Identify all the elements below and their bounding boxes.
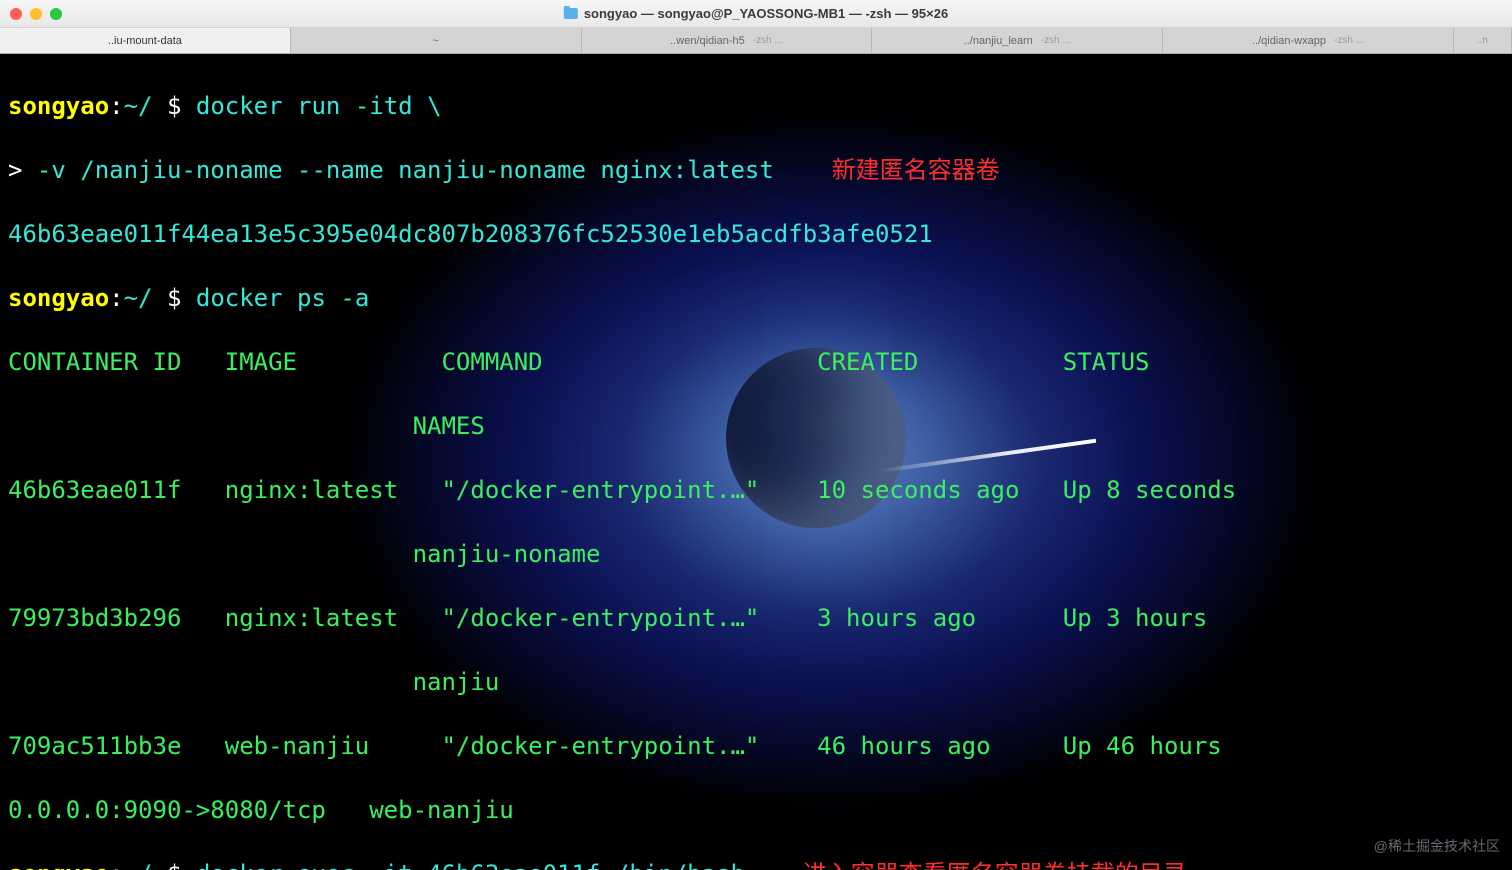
command: docker exec -it 46b63eae011f /bin/bash bbox=[196, 860, 745, 870]
command: docker run -itd \ bbox=[196, 92, 442, 120]
command: docker ps -a bbox=[196, 284, 369, 312]
tab-1[interactable]: ~ bbox=[291, 28, 582, 53]
tab-sub: ..n bbox=[1477, 35, 1488, 46]
tab-label: ..wen/qidian-h5 bbox=[670, 35, 745, 47]
table-row: 0.0.0.0:9090->8080/tcp web-nanjiu bbox=[8, 794, 1504, 826]
tab-sub: -zsh ... bbox=[1334, 35, 1364, 46]
annotation: 新建匿名容器卷 bbox=[774, 156, 1000, 184]
tab-sub: -zsh ... bbox=[1041, 35, 1071, 46]
tab-4[interactable]: ../qidian-wxapp -zsh ... bbox=[1163, 28, 1454, 53]
table-row: nanjiu bbox=[8, 666, 1504, 698]
tab-3[interactable]: ../nanjiu_learn -zsh ... bbox=[872, 28, 1163, 53]
tab-label: ..iu-mount-data bbox=[108, 35, 182, 47]
window-title-text: songyao — songyao@P_YAOSSONG-MB1 — -zsh … bbox=[584, 6, 948, 21]
tab-0[interactable]: ..iu-mount-data bbox=[0, 28, 291, 53]
table-row: 709ac511bb3e web-nanjiu "/docker-entrypo… bbox=[8, 730, 1504, 762]
terminal-area[interactable]: songyao:~/ $ docker run -itd \ > -v /nan… bbox=[0, 54, 1512, 870]
folder-icon bbox=[564, 8, 578, 19]
table-header: NAMES bbox=[8, 410, 1504, 442]
watermark: @稀土掘金技术社区 bbox=[1374, 830, 1500, 862]
tab-sub: -zsh ... bbox=[753, 35, 783, 46]
tab-5[interactable]: ..n bbox=[1454, 28, 1512, 53]
annotation: 进入容器查看匿名容器卷挂载的目录 bbox=[745, 860, 1187, 870]
traffic-lights bbox=[10, 8, 62, 20]
prompt-line: songyao:~/ $ docker exec -it 46b63eae011… bbox=[8, 858, 1504, 870]
window-title-bar: songyao — songyao@P_YAOSSONG-MB1 — -zsh … bbox=[0, 0, 1512, 28]
maximize-icon[interactable] bbox=[50, 8, 62, 20]
user: songyao bbox=[8, 92, 109, 120]
close-icon[interactable] bbox=[10, 8, 22, 20]
prompt-line: songyao:~/ $ docker ps -a bbox=[8, 282, 1504, 314]
output-container-id: 46b63eae011f44ea13e5c395e04dc807b208376f… bbox=[8, 218, 1504, 250]
table-row: 46b63eae011f nginx:latest "/docker-entry… bbox=[8, 474, 1504, 506]
minimize-icon[interactable] bbox=[30, 8, 42, 20]
table-row: nanjiu-noname bbox=[8, 538, 1504, 570]
prompt-line: songyao:~/ $ docker run -itd \ bbox=[8, 90, 1504, 122]
tab-2[interactable]: ..wen/qidian-h5 -zsh ... bbox=[582, 28, 873, 53]
table-header: CONTAINER ID IMAGE COMMAND CREATED STATU… bbox=[8, 346, 1504, 378]
prompt-continuation: > -v /nanjiu-noname --name nanjiu-noname… bbox=[8, 154, 1504, 186]
tab-label: ../nanjiu_learn bbox=[964, 35, 1033, 47]
tab-bar: ..iu-mount-data ~ ..wen/qidian-h5 -zsh .… bbox=[0, 28, 1512, 54]
tab-label: ~ bbox=[432, 35, 438, 47]
table-row: 79973bd3b296 nginx:latest "/docker-entry… bbox=[8, 602, 1504, 634]
window-title: songyao — songyao@P_YAOSSONG-MB1 — -zsh … bbox=[564, 6, 948, 21]
tab-label: ../qidian-wxapp bbox=[1252, 35, 1326, 47]
